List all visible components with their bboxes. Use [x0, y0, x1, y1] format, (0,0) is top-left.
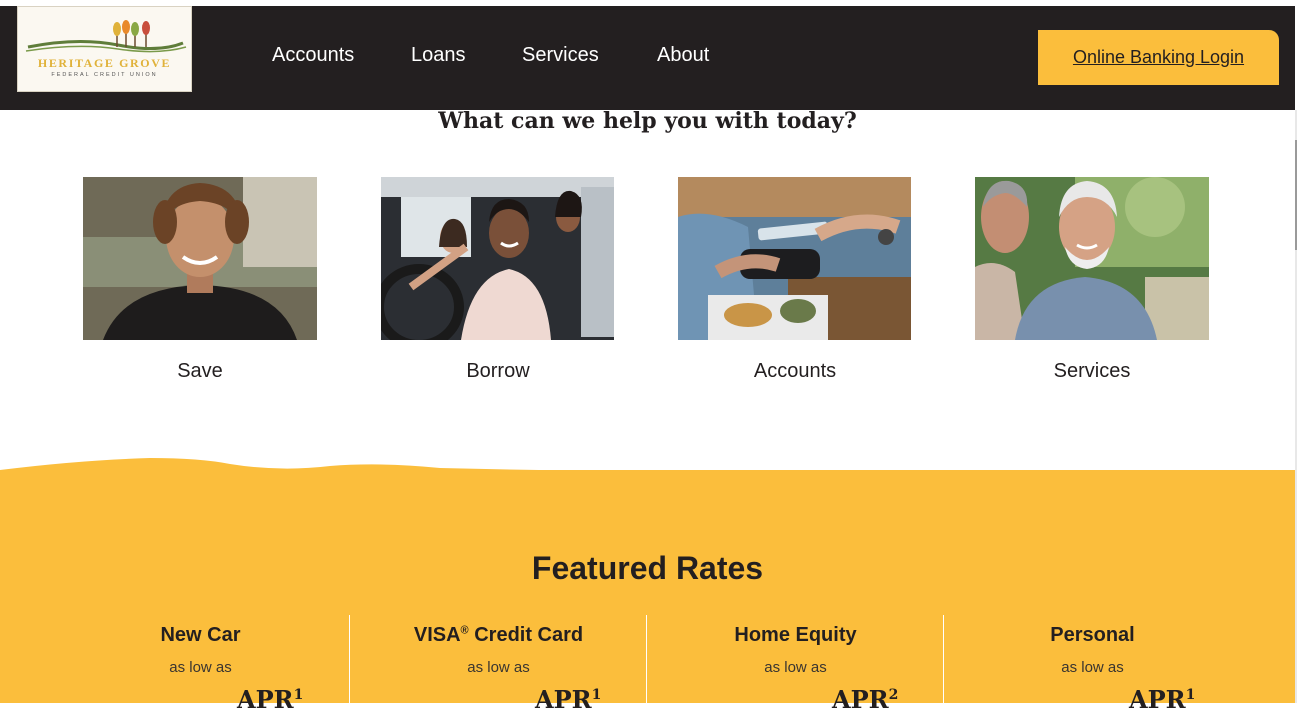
rate-apr-label: APR2	[832, 685, 899, 714]
help-card-label[interactable]: Save	[83, 360, 317, 383]
help-heading: What can we help you with today?	[438, 108, 857, 134]
nav-accounts[interactable]: Accounts	[272, 44, 354, 67]
rate-name: Home Equity	[734, 624, 857, 646]
rate-apr-label: APR1	[237, 685, 304, 714]
featured-rates-heading: Featured Rates	[531, 550, 764, 586]
contactless-payment-photo[interactable]	[678, 177, 912, 340]
help-card-label[interactable]: Borrow	[381, 360, 615, 383]
heritage-grove-logo[interactable]: HERITAGE GROVE FEDERAL CREDIT UNION	[17, 6, 192, 92]
rate-card-home-equity[interactable]: Home Equity as low as APR2	[646, 615, 944, 714]
rate-card-visa-credit-card[interactable]: VISA® Credit Card as low as APR1	[349, 615, 647, 714]
nav-loans[interactable]: Loans	[411, 44, 466, 67]
rate-as-low-as: as low as	[1061, 659, 1124, 676]
rate-as-low-as: as low as	[764, 659, 827, 676]
help-card-label[interactable]: Accounts	[678, 360, 912, 383]
rate-apr-label: APR1	[535, 685, 602, 714]
rate-name: VISA® Credit Card	[413, 624, 584, 646]
rate-card-new-car[interactable]: New Car as low as APR1	[52, 615, 349, 714]
help-card-accounts[interactable]: Accounts	[678, 177, 912, 383]
online-banking-login-button[interactable]: Online Banking Login	[1038, 30, 1279, 85]
two-older-men-talking-photo[interactable]	[975, 177, 1209, 340]
nav-about[interactable]: About	[657, 44, 709, 67]
logo-tagline-text: FEDERAL CREDIT UNION	[51, 72, 158, 78]
logo-brand-text: HERITAGE GROVE	[37, 56, 172, 70]
help-card-save[interactable]: Save	[83, 177, 317, 383]
help-card-label[interactable]: Services	[975, 360, 1209, 383]
rate-card-personal[interactable]: Personal as low as APR1	[943, 615, 1241, 714]
rate-as-low-as: as low as	[467, 659, 530, 676]
smiling-young-man-photo[interactable]	[83, 177, 317, 340]
site-header: HERITAGE GROVE FEDERAL CREDIT UNION Acco…	[0, 6, 1295, 110]
help-card-borrow[interactable]: Borrow	[381, 177, 615, 383]
tree-logo-icon	[25, 20, 187, 53]
rate-apr-label: APR1	[1129, 685, 1196, 714]
help-card-services[interactable]: Services	[975, 177, 1209, 383]
rate-name: Personal	[1050, 624, 1135, 646]
rate-as-low-as: as low as	[169, 659, 232, 676]
friends-in-car-photo[interactable]	[381, 177, 615, 340]
nav-services[interactable]: Services	[522, 44, 599, 67]
rate-name: New Car	[160, 624, 241, 646]
